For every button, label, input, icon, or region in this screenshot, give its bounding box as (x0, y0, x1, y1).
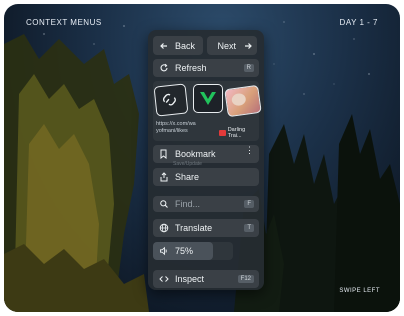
share-label: Share (175, 172, 200, 182)
refresh-item[interactable]: Refresh R (153, 59, 259, 77)
youtube-icon (219, 130, 226, 136)
refresh-shortcut: R (243, 64, 254, 72)
link-url-text: https://x.com/wa yofmani/likes (156, 121, 196, 134)
link-tile[interactable] (153, 83, 189, 117)
volume-value: 75% (175, 246, 194, 256)
translate-label: Translate (175, 223, 213, 233)
find-field[interactable]: Find... F (153, 196, 259, 212)
search-icon (158, 199, 169, 210)
app-tile[interactable] (193, 84, 223, 113)
share-icon (158, 172, 169, 183)
globe-icon (158, 223, 169, 234)
bookmark-label: Bookmark (175, 149, 216, 159)
tab-thumbnail-face (230, 92, 247, 107)
inspect-label: Inspect (175, 274, 205, 284)
share-preview-panel: https://x.com/wa yofmani/likes Darling T… (153, 81, 262, 141)
header-right-title: DAY 1 - 7 (339, 18, 378, 27)
code-icon (158, 274, 169, 285)
translate-item[interactable]: Translate T (153, 219, 259, 237)
next-button[interactable]: Next (207, 36, 257, 55)
share-item[interactable]: Share (153, 168, 259, 186)
volume-slider[interactable]: 75% (153, 242, 233, 260)
refresh-label: Refresh (175, 63, 207, 73)
arrow-right-icon (242, 40, 253, 51)
arrow-left-icon (158, 40, 169, 51)
link-icon (162, 93, 176, 106)
inspect-item[interactable]: Inspect F12 (153, 270, 259, 288)
inspect-shortcut: F12 (237, 275, 254, 283)
find-placeholder: Find... (175, 199, 201, 209)
bookmark-icon (158, 149, 169, 160)
find-shortcut: F (244, 200, 254, 208)
swipe-hint: SWIPE LEFT (339, 288, 380, 294)
device-frame: CONTEXT MENUS DAY 1 - 7 SWIPE LEFT Back … (4, 4, 400, 312)
refresh-icon (158, 63, 169, 74)
more-options-icon[interactable]: ⋮ (245, 146, 254, 155)
back-label: Back (175, 40, 196, 51)
tab-preview-tile[interactable] (224, 84, 262, 118)
translate-shortcut: T (244, 224, 254, 232)
brand-logo-icon (200, 92, 216, 105)
header-left-title: CONTEXT MENUS (26, 18, 102, 27)
bookmark-subtext: Save/Update (173, 161, 202, 167)
speaker-icon (158, 246, 169, 257)
next-label: Next (217, 40, 236, 51)
bookmark-item[interactable]: Bookmark ⋮ (153, 145, 259, 163)
context-menu: Back Next Refresh R https://x.com/wa yof… (148, 30, 264, 290)
tab-caption-text: Darling Trai... (227, 127, 246, 139)
back-button[interactable]: Back (153, 36, 203, 55)
tab-caption: Darling Trai... (219, 127, 259, 139)
